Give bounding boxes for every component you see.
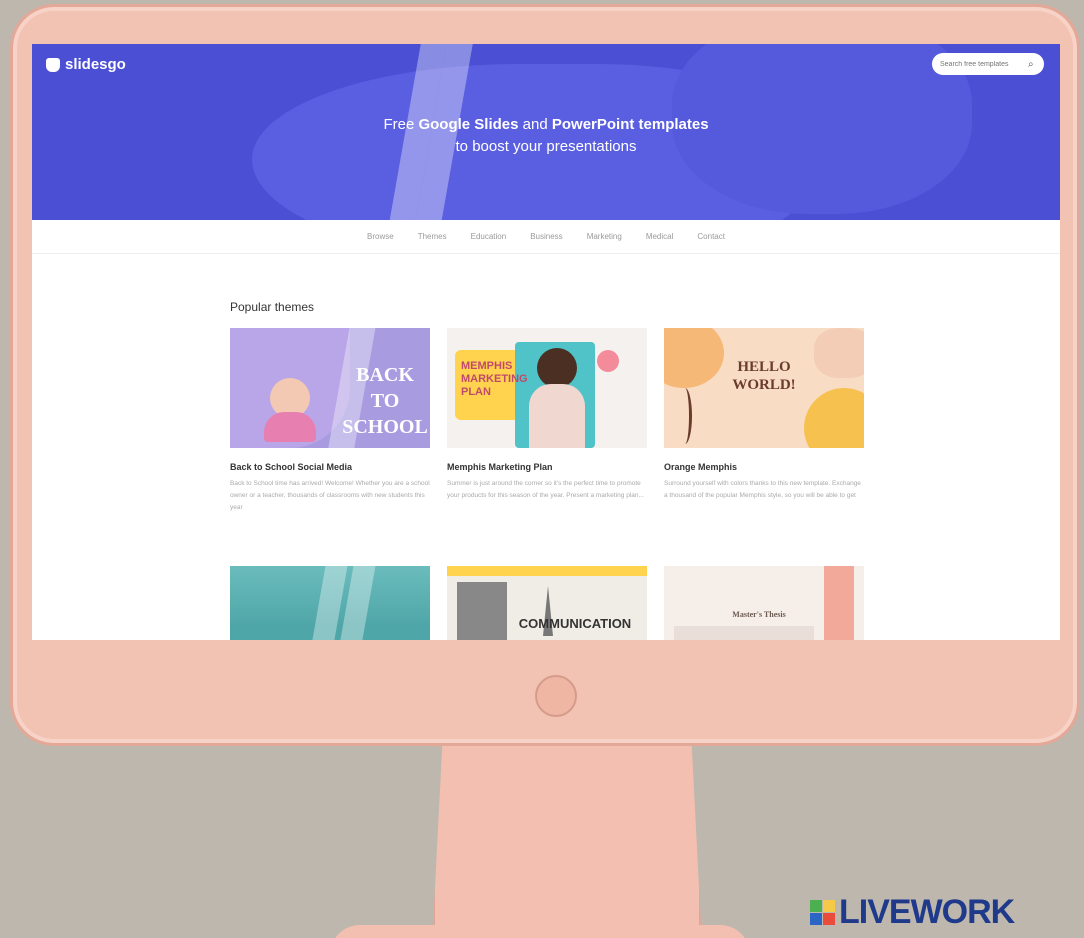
nav-item-business[interactable]: Business [530, 232, 562, 241]
search-icon[interactable]: ⌕ [1028, 59, 1034, 70]
hero-title: Free Google Slides and PowerPoint templa… [32, 114, 1060, 158]
monitor-screen: slidesgo ⌕ Free Google Slides and PowerP… [32, 44, 1060, 640]
thumb-line [678, 388, 692, 444]
search-input[interactable] [940, 60, 1028, 68]
theme-thumbnail[interactable]: Master's Thesis [664, 566, 864, 640]
card-title[interactable]: Back to School Social Media [230, 462, 430, 472]
thumb-title: HELLO WORLD! [732, 359, 796, 393]
section-title: Popular themes [230, 300, 315, 314]
theme-card[interactable]: BACK TO SCHOOL Back to School Social Med… [230, 328, 430, 514]
logo-text: slidesgo [65, 56, 126, 73]
thumb-shape [447, 566, 647, 576]
thumb-shape [804, 388, 864, 448]
nav-item-browse[interactable]: Browse [367, 232, 394, 241]
thumb-title: Master's Thesis [732, 610, 786, 619]
thumb-title: BACK TO SCHOOL [342, 364, 428, 438]
site-logo[interactable]: slidesgo [46, 56, 126, 73]
nav-item-contact[interactable]: Contact [697, 232, 725, 241]
theme-thumbnail[interactable]: BACK TO SCHOOL [230, 328, 430, 448]
search-box[interactable]: ⌕ [932, 53, 1044, 75]
power-button[interactable] [535, 675, 577, 717]
watermark-logo: LIVEWORK [810, 893, 1015, 932]
thumb-title: MEMPHIS MARKETING PLAN [461, 360, 528, 398]
theme-thumbnail[interactable] [230, 566, 430, 640]
nav-item-education[interactable]: Education [471, 232, 507, 241]
hero-text: and [518, 116, 552, 133]
person-photo [529, 384, 585, 448]
watermark-icon [810, 900, 835, 925]
theme-thumbnail[interactable]: HELLO WORLD! [664, 328, 864, 448]
theme-thumbnail[interactable]: MEMPHIS MARKETING PLAN [447, 328, 647, 448]
thumb-title: COMMUNICATION [518, 616, 632, 631]
monitor-stand [432, 735, 702, 938]
category-nav: Browse Themes Education Business Marketi… [32, 220, 1060, 254]
thumb-shape [674, 626, 814, 640]
building-photo [457, 582, 507, 640]
nav-item-themes[interactable]: Themes [418, 232, 447, 241]
theme-thumbnail[interactable]: COMMUNICATION [447, 566, 647, 640]
nav-item-medical[interactable]: Medical [646, 232, 674, 241]
person-photo [537, 348, 577, 388]
thumb-shape [824, 566, 854, 640]
hero-banner: slidesgo ⌕ Free Google Slides and PowerP… [32, 44, 1060, 220]
card-title[interactable]: Memphis Marketing Plan [447, 462, 647, 472]
hero-text-bold: Google Slides [418, 116, 519, 133]
theme-card[interactable]: Master's Thesis [664, 566, 864, 640]
theme-card[interactable]: MEMPHIS MARKETING PLAN Memphis Marketing… [447, 328, 647, 502]
card-description: Surround yourself with colors thanks to … [664, 480, 861, 499]
theme-card[interactable]: COMMUNICATION [447, 566, 647, 640]
girl-illustration [264, 412, 316, 442]
nav-item-marketing[interactable]: Marketing [587, 232, 622, 241]
watermark-text: LIVEWORK [839, 893, 1015, 931]
card-description: Back to School time has arrived! Welcome… [230, 480, 430, 511]
thumb-shape [597, 350, 619, 372]
theme-card[interactable] [230, 566, 430, 640]
theme-card[interactable]: HELLO WORLD! Orange Memphis Surround you… [664, 328, 864, 502]
hero-subtitle: to boost your presentations [455, 138, 637, 155]
monitor-base [330, 925, 750, 938]
hero-text-bold: PowerPoint templates [551, 116, 709, 133]
hero-text: Free [383, 116, 419, 133]
card-title[interactable]: Orange Memphis [664, 462, 864, 472]
logo-icon [46, 57, 60, 72]
card-description: Summer is just around the corner so it's… [447, 480, 644, 499]
thumb-shape [814, 328, 864, 378]
